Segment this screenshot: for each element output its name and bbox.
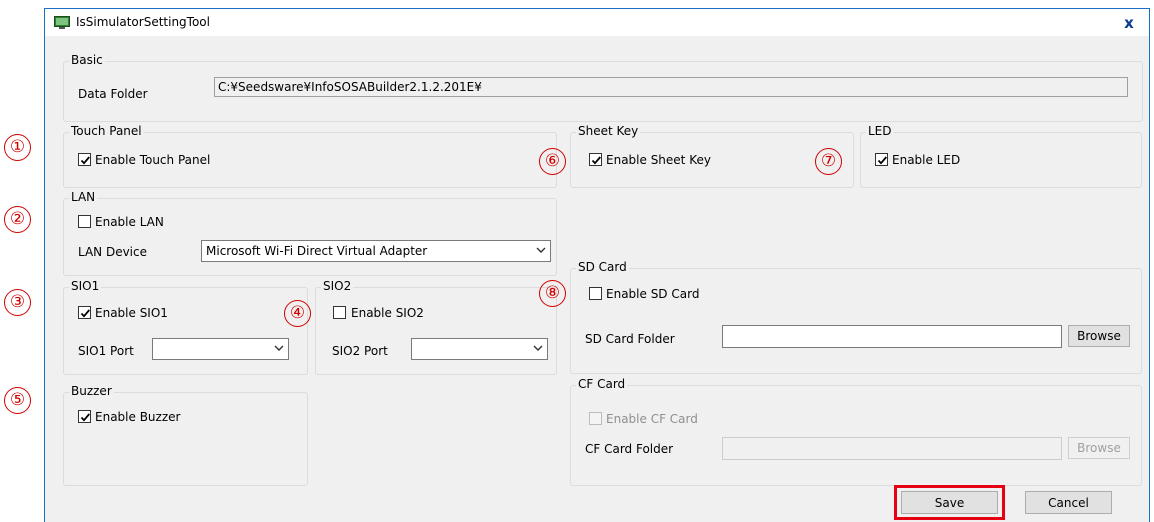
save-button[interactable]: Save <box>901 491 998 514</box>
sio1-checkbox[interactable] <box>78 306 91 319</box>
lan-device-label: LAN Device <box>78 245 147 259</box>
sheet-key-checkbox[interactable] <box>589 153 602 166</box>
sio2-group: SIO2 ④ Enable SIO2 SIO2 Port <box>284 279 557 375</box>
sio1-label[interactable]: Enable SIO1 <box>95 306 168 320</box>
buzzer-label[interactable]: Enable Buzzer <box>95 410 180 424</box>
sd-card-browse-button[interactable]: Browse <box>1068 325 1130 347</box>
lan-device-select[interactable]: Microsoft Wi-Fi Direct Virtual Adapter <box>201 240 551 262</box>
buzzer-legend: Buzzer <box>69 384 114 398</box>
sd-card-checkbox[interactable] <box>589 287 602 300</box>
cancel-button[interactable]: Cancel <box>1025 491 1112 514</box>
touch-panel-checkbox[interactable] <box>78 153 91 166</box>
sio2-label[interactable]: Enable SIO2 <box>351 306 424 320</box>
sd-card-legend: SD Card <box>576 260 629 274</box>
marker-8: ⑧ <box>539 280 566 307</box>
data-folder-value: C:¥Seedsware¥InfoSOSABuilder2.1.2.201E¥ <box>218 80 482 94</box>
cf-card-folder-input[interactable] <box>722 437 1062 460</box>
touch-panel-legend: Touch Panel <box>69 124 144 138</box>
window-title: IsSimulatorSettingTool <box>76 15 210 29</box>
chevron-down-icon <box>533 345 543 351</box>
marker-7: ⑦ <box>815 148 842 175</box>
sio1-port-label: SIO1 Port <box>78 344 134 358</box>
cf-card-checkbox[interactable] <box>589 412 602 425</box>
sio2-legend: SIO2 <box>321 279 354 293</box>
sio1-legend: SIO1 <box>69 279 102 293</box>
close-button[interactable]: x <box>1109 9 1149 36</box>
touch-panel-label[interactable]: Enable Touch Panel <box>95 153 210 167</box>
sio1-group: SIO1 Enable SIO1 SIO1 Port <box>63 279 308 375</box>
cf-card-folder-label: CF Card Folder <box>585 442 674 456</box>
lan-legend: LAN <box>69 190 98 204</box>
settings-window: IsSimulatorSettingTool x Basic Data Fold… <box>44 8 1150 522</box>
app-icon <box>54 16 70 29</box>
cf-card-label[interactable]: Enable CF Card <box>606 412 698 426</box>
basic-legend: Basic <box>69 53 105 67</box>
cf-card-group: CF Card Enable CF Card CF Card Folder Br… <box>570 377 1142 486</box>
marker-5: ⑤ <box>4 387 31 414</box>
lan-group: LAN Enable LAN LAN Device Microsoft Wi-F… <box>63 190 557 276</box>
check-icon <box>591 156 601 165</box>
check-icon <box>877 156 887 165</box>
data-folder-label: Data Folder <box>78 87 148 101</box>
lan-device-value: Microsoft Wi-Fi Direct Virtual Adapter <box>206 244 428 258</box>
cf-card-legend: CF Card <box>576 377 628 391</box>
sio2-port-label: SIO2 Port <box>332 344 388 358</box>
marker-1: ① <box>4 134 31 161</box>
data-folder-field[interactable]: C:¥Seedsware¥InfoSOSABuilder2.1.2.201E¥ <box>214 77 1128 97</box>
marker-4: ④ <box>284 300 311 327</box>
sd-card-group: SD Card ⑧ Enable SD Card SD Card Folder … <box>539 260 1142 374</box>
led-group: LED Enable LED <box>860 124 1142 188</box>
lan-label[interactable]: Enable LAN <box>95 215 164 229</box>
sio1-port-select[interactable] <box>152 338 289 360</box>
chevron-down-icon <box>536 247 546 253</box>
sheet-key-label[interactable]: Enable Sheet Key <box>606 153 711 167</box>
check-icon <box>80 156 90 165</box>
touch-panel-group: Touch Panel Enable Touch Panel <box>63 124 557 188</box>
led-label[interactable]: Enable LED <box>892 153 960 167</box>
cf-card-browse-button[interactable]: Browse <box>1068 437 1130 459</box>
marker-6: ⑥ <box>539 148 566 175</box>
chevron-down-icon <box>274 345 284 351</box>
sd-card-label[interactable]: Enable SD Card <box>606 287 699 301</box>
basic-group: Basic Data Folder C:¥Seedsware¥InfoSOSAB… <box>63 53 1143 122</box>
sd-card-folder-input[interactable] <box>722 325 1062 348</box>
sheet-key-group: Sheet Key ⑥ Enable Sheet Key ⑦ <box>539 124 854 188</box>
led-legend: LED <box>866 124 894 138</box>
title-bar[interactable]: IsSimulatorSettingTool x <box>45 8 1149 36</box>
check-icon <box>80 309 90 318</box>
buzzer-checkbox[interactable] <box>78 410 91 423</box>
marker-2: ② <box>4 206 31 233</box>
lan-checkbox[interactable] <box>78 215 91 228</box>
marker-3: ③ <box>4 289 31 316</box>
sio2-port-select[interactable] <box>411 338 548 360</box>
buzzer-group: Buzzer Enable Buzzer <box>63 384 308 486</box>
check-icon <box>80 413 90 422</box>
sd-card-folder-label: SD Card Folder <box>585 332 675 346</box>
close-icon: x <box>1124 13 1134 32</box>
sheet-key-legend: Sheet Key <box>576 124 641 138</box>
led-checkbox[interactable] <box>875 153 888 166</box>
sio2-checkbox[interactable] <box>333 306 346 319</box>
